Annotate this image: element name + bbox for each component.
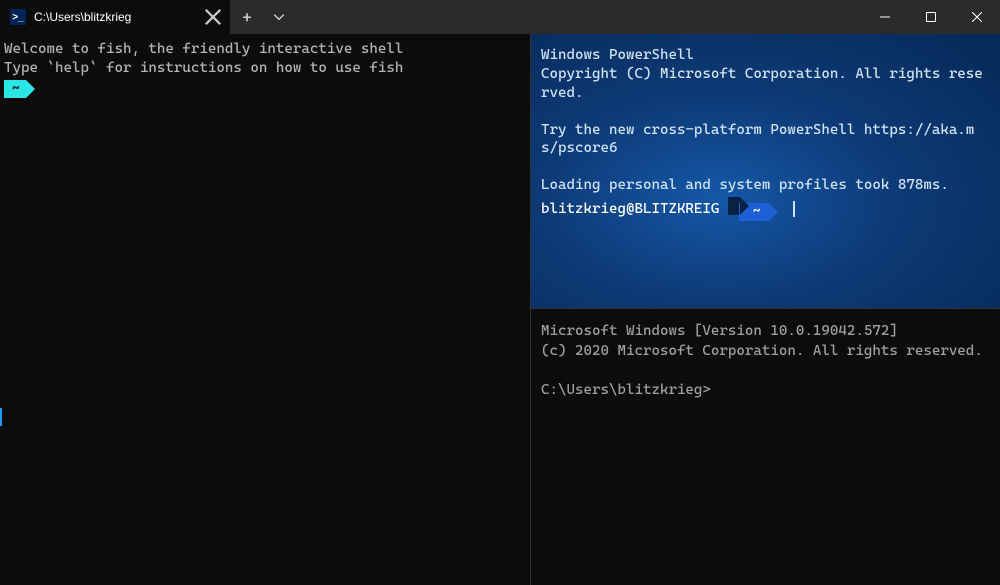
tab-title: C:\Users\blitzkrieg [34, 10, 196, 24]
pane-cmd[interactable]: Microsoft Windows [Version 10.0.19042.57… [531, 308, 1000, 585]
pane-active-marker [0, 408, 2, 426]
cmd-prompt: C:\Users\blitzkrieg> [541, 380, 990, 400]
ps-output-line: Copyright (C) Microsoft Corporation. All… [541, 65, 990, 103]
titlebar: >_ C:\Users\blitzkrieg + [0, 0, 1000, 34]
fish-prompt: ~ [4, 80, 26, 98]
cursor-icon [793, 201, 795, 217]
titlebar-drag-area[interactable] [294, 0, 862, 34]
fish-output-line: Welcome to fish, the friendly interactiv… [4, 40, 526, 59]
tab-dropdown-button[interactable] [264, 0, 294, 34]
tab-active[interactable]: >_ C:\Users\blitzkrieg [0, 0, 230, 34]
minimize-button[interactable] [862, 0, 908, 34]
maximize-button[interactable] [908, 0, 954, 34]
window-controls [862, 0, 1000, 34]
right-column: Windows PowerShell Copyright (C) Microso… [530, 34, 1000, 585]
ps-output-line: Try the new cross-platform PowerShell ht… [541, 121, 990, 159]
close-window-button[interactable] [954, 0, 1000, 34]
cmd-output-line: (c) 2020 Microsoft Corporation. All righ… [541, 341, 990, 361]
fish-output-line: Type `help` for instructions on how to u… [4, 59, 526, 78]
terminal-panes: Welcome to fish, the friendly interactiv… [0, 34, 1000, 585]
ps-prompt-separator: ~ [728, 197, 769, 221]
powershell-icon: >_ [10, 9, 26, 25]
ps-prompt-user: blitzkrieg@BLITZKREIG [541, 201, 719, 217]
cmd-output-line: Microsoft Windows [Version 10.0.19042.57… [541, 321, 990, 341]
ps-prompt: blitzkrieg@BLITZKREIG ~ [541, 197, 990, 221]
ps-output-line: Loading personal and system profiles too… [541, 176, 990, 195]
ps-output-line: Windows PowerShell [541, 46, 990, 65]
pane-fish[interactable]: Welcome to fish, the friendly interactiv… [0, 34, 530, 585]
new-tab-button[interactable]: + [230, 0, 264, 34]
close-tab-button[interactable] [204, 8, 222, 26]
pane-powershell[interactable]: Windows PowerShell Copyright (C) Microso… [531, 34, 1000, 308]
